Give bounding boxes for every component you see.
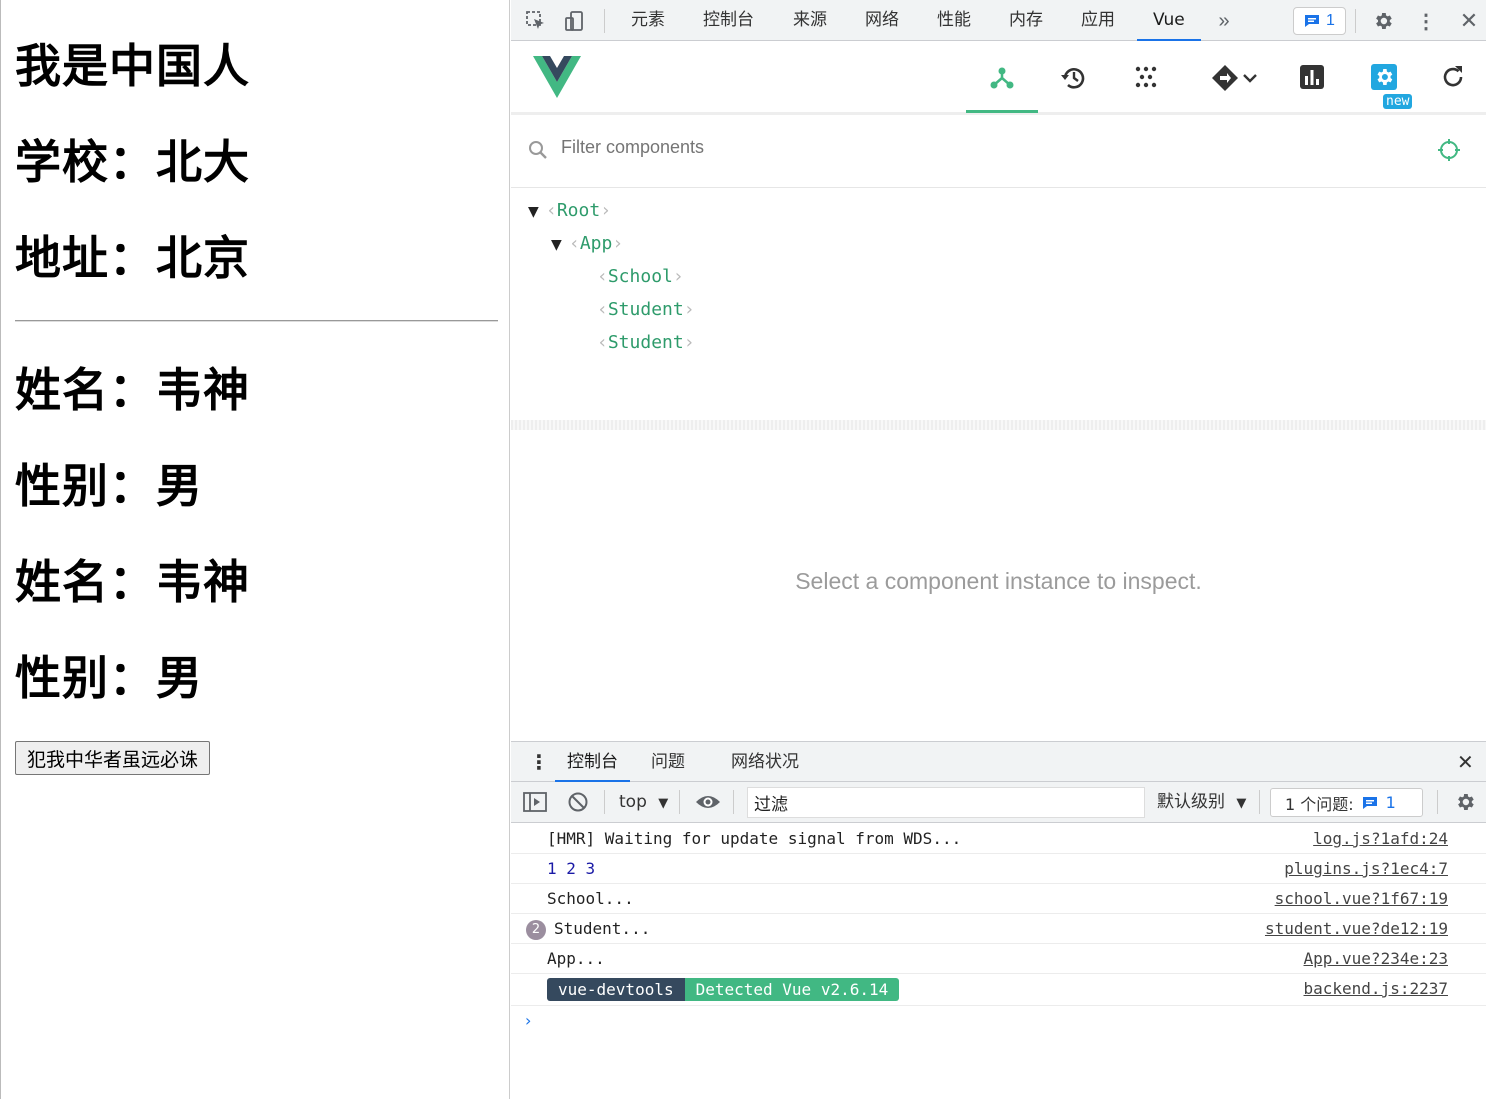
console-toolbar: top ▼ 默认级别 ▼ 1 个问题: 1 [511, 782, 1486, 823]
tree-node-student[interactable]: ‹Student› [597, 295, 695, 325]
inspect-placeholder: Select a component instance to inspect. [795, 568, 1202, 594]
console-filter-input[interactable] [747, 787, 1145, 818]
vue-logo [533, 56, 581, 103]
sidebar-toggle-icon[interactable] [523, 792, 547, 814]
console-log-row: vue-devtools Detected Vue v2.6.14 backen… [511, 974, 1486, 1006]
tree-node-app[interactable]: ▼ ‹App› [551, 229, 623, 259]
timeline-history-icon[interactable] [1038, 55, 1110, 113]
badge-left: vue-devtools [547, 978, 685, 1001]
tab-elements[interactable]: 元素 [631, 0, 665, 41]
issues-count: 1 [1326, 12, 1335, 29]
vue-devtools-badge: vue-devtools Detected Vue v2.6.14 [547, 978, 900, 1001]
log-level-value: 默认级别 [1157, 792, 1225, 812]
drawer-tab-network-conditions[interactable]: 网络状况 [731, 742, 799, 782]
log-source-link[interactable]: App.vue?234e:23 [1304, 944, 1449, 974]
tab-sources[interactable]: 来源 [793, 0, 827, 41]
issues-count: 1 [1385, 793, 1396, 812]
dropdown-arrow-icon: ▼ [658, 796, 669, 811]
tab-memory[interactable]: 内存 [1009, 0, 1043, 41]
close-devtools-icon[interactable]: ✕ [1456, 8, 1482, 34]
refresh-icon[interactable] [1420, 55, 1486, 113]
new-badge: new [1383, 94, 1413, 109]
dropdown-arrow-icon: ▼ [1236, 796, 1247, 811]
message-icon [1362, 796, 1377, 809]
tab-application[interactable]: 应用 [1081, 0, 1115, 41]
log-level-dropdown[interactable]: 默认级别 ▼ [1157, 782, 1246, 823]
plugins-dots-icon[interactable] [1110, 55, 1182, 113]
more-tabs-icon[interactable]: » [1211, 8, 1237, 34]
routing-dropdown-icon[interactable] [1195, 55, 1275, 113]
rendered-page: 我是中国人 学校：北大 地址：北京 姓名：韦神 性别：男 姓名：韦神 性别：男 … [0, 0, 510, 1099]
log-source-link[interactable]: backend.js:2237 [1304, 974, 1449, 1004]
alert-button[interactable]: 犯我中华者虽远必诛 [15, 741, 211, 775]
school-name-heading: 我是中国人 [15, 39, 250, 93]
expand-arrow-icon[interactable]: ▼ [551, 230, 569, 260]
chevron-down-icon [1243, 74, 1257, 83]
student2-name-heading: 姓名：韦神 [15, 555, 250, 609]
drawer-tab-console[interactable]: 控制台 [555, 742, 630, 782]
console-log-row: [HMR] Waiting for update signal from WDS… [511, 824, 1486, 854]
expand-arrow-icon[interactable]: ▼ [528, 197, 546, 227]
drawer-tab-issues[interactable]: 问题 [651, 742, 685, 782]
student1-gender-heading: 性别：男 [15, 459, 203, 513]
close-drawer-icon[interactable]: ✕ [1457, 742, 1474, 782]
inspect-element-icon[interactable] [523, 8, 549, 34]
console-log-row: School... school.vue?1f67:19 [511, 884, 1486, 914]
select-component-crosshair-icon[interactable] [1437, 138, 1461, 167]
console-log-row: 2 Student... student.vue?de12:19 [511, 914, 1486, 944]
address-heading: 地址：北京 [15, 231, 250, 285]
log-source-link[interactable]: log.js?1afd:24 [1313, 824, 1448, 854]
console-log-row: 1 2 3 plugins.js?1ec4:7 [511, 854, 1486, 884]
devtools-panel: 元素 控制台 来源 网络 性能 内存 应用 Vue » 1 ⋮ ✕ new Fi… [511, 0, 1486, 1099]
components-tab-icon[interactable] [966, 55, 1038, 113]
log-message: 1 2 3 [547, 859, 596, 878]
component-filter-bar [511, 115, 1486, 188]
tree-node-student[interactable]: ‹Student› [597, 328, 695, 358]
vue-devtools-header [511, 41, 1486, 115]
context-selector[interactable]: top ▼ [619, 782, 668, 823]
issues-badge[interactable]: 1 [1293, 7, 1346, 35]
tab-network[interactable]: 网络 [865, 0, 899, 41]
log-source-link[interactable]: student.vue?de12:19 [1265, 914, 1448, 944]
performance-chart-icon[interactable] [1276, 55, 1348, 113]
console-log-row: App... App.vue?234e:23 [511, 944, 1486, 974]
live-expression-eye-icon[interactable] [695, 791, 721, 815]
console-settings-gear-icon[interactable] [1454, 791, 1476, 815]
tree-node-root[interactable]: ▼ ‹Root› [528, 196, 611, 226]
filter-components-input[interactable] [561, 137, 1261, 158]
message-icon [1305, 15, 1320, 27]
drawer-menu-icon[interactable]: ⋮ [529, 742, 549, 782]
devtools-toolbar: 元素 控制台 来源 网络 性能 内存 应用 Vue » 1 ⋮ ✕ [511, 0, 1486, 41]
tab-console[interactable]: 控制台 [703, 0, 754, 41]
log-source-link[interactable]: plugins.js?1ec4:7 [1284, 854, 1448, 884]
context-value: top [619, 792, 647, 812]
drawer-tabbar: ⋮ 控制台 问题 网络状况 ✕ [511, 741, 1486, 782]
issues-label: 1 个问题: [1285, 794, 1354, 814]
clear-console-icon[interactable] [567, 791, 589, 815]
school-label-heading: 学校：北大 [15, 135, 250, 189]
log-message: [HMR] Waiting for update signal from WDS… [547, 829, 962, 848]
student2-gender-heading: 性别：男 [15, 651, 203, 705]
badge-right: Detected Vue v2.6.14 [684, 978, 900, 1001]
log-source-link[interactable]: school.vue?1f67:19 [1275, 884, 1448, 914]
pane-resizer[interactable] [511, 420, 1486, 430]
search-icon [527, 139, 549, 166]
log-message: School... [547, 889, 634, 908]
tab-performance[interactable]: 性能 [937, 0, 971, 41]
log-message: App... [547, 949, 605, 968]
log-message: Student... [554, 919, 651, 938]
kebab-menu-icon[interactable]: ⋮ [1413, 8, 1439, 34]
settings-gear-icon[interactable] [1370, 8, 1396, 34]
student1-name-heading: 姓名：韦神 [15, 363, 250, 417]
device-toolbar-icon[interactable] [561, 8, 587, 34]
divider [15, 320, 498, 322]
repeat-count-badge: 2 [526, 920, 546, 940]
console-prompt[interactable]: › [525, 1011, 531, 1030]
tree-node-school[interactable]: ‹School› [597, 262, 684, 292]
console-issues-button[interactable]: 1 个问题: 1 [1270, 788, 1423, 817]
tab-vue[interactable]: Vue [1137, 0, 1201, 41]
